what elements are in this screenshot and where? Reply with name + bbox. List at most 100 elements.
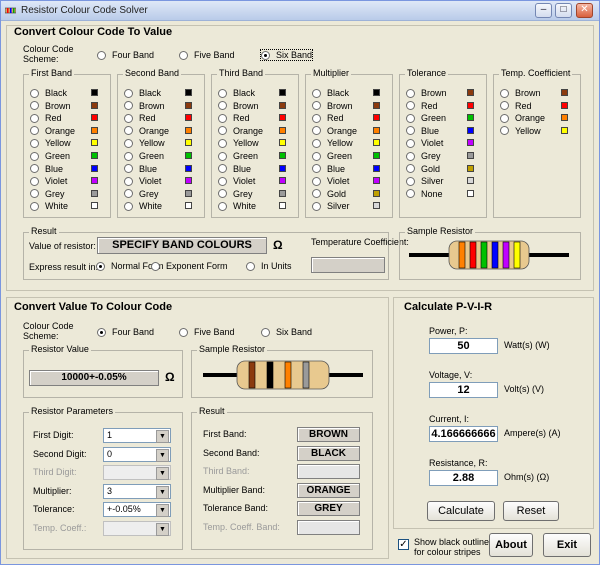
radio-icon[interactable] — [30, 126, 39, 136]
bottom-scheme-five-band[interactable]: Five Band — [179, 327, 235, 337]
chevron-down-icon[interactable]: ▼ — [156, 504, 169, 517]
radio-icon[interactable] — [218, 88, 227, 98]
minimize-icon[interactable]: – — [535, 3, 552, 18]
radio-icon[interactable] — [218, 151, 227, 161]
radio-icon[interactable] — [312, 101, 321, 111]
radio-icon[interactable] — [312, 201, 321, 211]
express-exponent-form[interactable]: Exponent Form — [151, 261, 228, 271]
radio-icon[interactable] — [406, 189, 415, 199]
radio-icon[interactable] — [261, 50, 270, 60]
band-option-yellow[interactable]: Yellow — [124, 138, 165, 148]
band-option-blue[interactable]: Blue — [30, 164, 63, 174]
bottom-scheme-six-band[interactable]: Six Band — [261, 327, 312, 337]
radio-icon[interactable] — [124, 201, 133, 211]
param-select[interactable]: 1 ▼ — [103, 428, 171, 443]
radio-icon[interactable] — [406, 126, 415, 136]
black-outline-checkbox[interactable]: ✓ — [398, 539, 409, 550]
band-option-white[interactable]: White — [30, 201, 68, 211]
reset-button[interactable]: Reset — [503, 501, 559, 521]
band-option-gold[interactable]: Gold — [406, 164, 440, 174]
radio-icon[interactable] — [500, 113, 509, 123]
band-option-orange[interactable]: Orange — [30, 126, 75, 136]
maximize-icon[interactable]: □ — [555, 3, 572, 18]
band-option-blue[interactable]: Blue — [218, 164, 251, 174]
band-option-yellow[interactable]: Yellow — [312, 138, 353, 148]
band-option-green[interactable]: Green — [312, 151, 352, 161]
radio-icon[interactable] — [179, 327, 188, 337]
band-option-brown[interactable]: Brown — [312, 101, 353, 111]
radio-icon[interactable] — [124, 176, 133, 186]
band-option-violet[interactable]: Violet — [124, 176, 161, 186]
radio-icon[interactable] — [218, 138, 227, 148]
band-option-yellow[interactable]: Yellow — [500, 126, 541, 136]
band-option-red[interactable]: Red — [312, 113, 344, 123]
radio-icon[interactable] — [500, 126, 509, 136]
band-option-silver[interactable]: Silver — [312, 201, 350, 211]
radio-icon[interactable] — [30, 113, 39, 123]
param-select[interactable]: 3 ▼ — [103, 483, 171, 499]
band-option-yellow[interactable]: Yellow — [218, 138, 259, 148]
param-select[interactable]: 0 ▼ — [103, 446, 171, 462]
radio-icon[interactable] — [500, 88, 509, 98]
band-option-silver[interactable]: Silver — [406, 176, 444, 186]
pvir-input[interactable]: 12 — [429, 382, 498, 398]
radio-icon[interactable] — [124, 138, 133, 148]
radio-icon[interactable] — [312, 138, 321, 148]
radio-icon[interactable] — [406, 88, 415, 98]
band-option-brown[interactable]: Brown — [500, 88, 541, 98]
radio-icon[interactable] — [406, 164, 415, 174]
band-option-orange[interactable]: Orange — [500, 113, 545, 123]
band-option-red[interactable]: Red — [500, 101, 532, 111]
band-option-brown[interactable]: Brown — [218, 101, 259, 111]
radio-icon[interactable] — [124, 126, 133, 136]
radio-icon[interactable] — [312, 164, 321, 174]
band-option-brown[interactable]: Brown — [30, 101, 71, 111]
param-select[interactable]: +-0.05% ▼ — [103, 502, 171, 517]
band-option-grey[interactable]: Grey — [124, 189, 159, 199]
band-option-orange[interactable]: Orange — [218, 126, 263, 136]
band-option-green[interactable]: Green — [218, 151, 258, 161]
radio-icon[interactable] — [312, 151, 321, 161]
radio-icon[interactable] — [218, 189, 227, 199]
band-option-blue[interactable]: Blue — [312, 164, 345, 174]
radio-icon[interactable] — [312, 113, 321, 123]
express-in-units[interactable]: In Units — [246, 261, 292, 271]
chevron-down-icon[interactable]: ▼ — [156, 430, 169, 443]
radio-icon[interactable] — [218, 126, 227, 136]
radio-icon[interactable] — [406, 176, 415, 186]
radio-icon[interactable] — [406, 113, 415, 123]
band-option-orange[interactable]: Orange — [124, 126, 169, 136]
band-option-grey[interactable]: Grey — [30, 189, 65, 199]
radio-icon[interactable] — [218, 101, 227, 111]
top-scheme-four-band[interactable]: Four Band — [97, 50, 154, 60]
radio-icon[interactable] — [406, 138, 415, 148]
radio-icon[interactable] — [124, 101, 133, 111]
band-option-grey[interactable]: Grey — [218, 189, 253, 199]
band-option-brown[interactable]: Brown — [406, 88, 447, 98]
band-option-green[interactable]: Green — [406, 113, 446, 123]
radio-icon[interactable] — [30, 151, 39, 161]
close-icon[interactable]: ✕ — [576, 3, 593, 18]
band-option-blue[interactable]: Blue — [406, 126, 439, 136]
radio-icon[interactable] — [312, 189, 321, 199]
band-option-green[interactable]: Green — [30, 151, 70, 161]
band-option-violet[interactable]: Violet — [312, 176, 349, 186]
radio-icon[interactable] — [261, 327, 270, 337]
radio-icon[interactable] — [124, 88, 133, 98]
pvir-input[interactable]: 50 — [429, 338, 498, 354]
radio-icon[interactable] — [312, 88, 321, 98]
band-option-grey[interactable]: Grey — [406, 151, 441, 161]
radio-icon[interactable] — [406, 151, 415, 161]
band-option-black[interactable]: Black — [124, 88, 161, 98]
top-scheme-six-band[interactable]: Six Band — [259, 49, 314, 61]
band-option-blue[interactable]: Blue — [124, 164, 157, 174]
radio-icon[interactable] — [312, 126, 321, 136]
radio-icon[interactable] — [97, 327, 106, 337]
band-option-brown[interactable]: Brown — [124, 101, 165, 111]
radio-icon[interactable] — [30, 189, 39, 199]
radio-icon[interactable] — [218, 113, 227, 123]
radio-icon[interactable] — [218, 164, 227, 174]
exit-button[interactable]: Exit — [543, 533, 591, 557]
band-option-red[interactable]: Red — [30, 113, 62, 123]
radio-icon[interactable] — [96, 261, 105, 271]
